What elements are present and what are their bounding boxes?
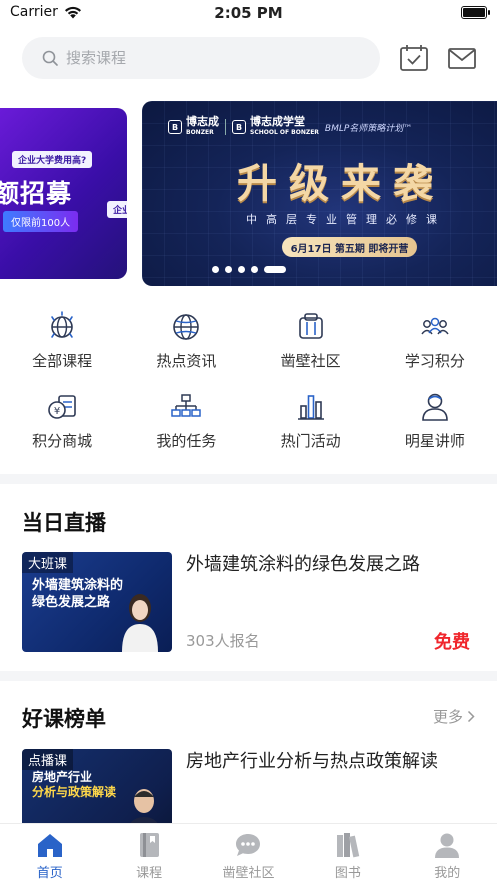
clock: 2:05 PM — [214, 4, 283, 22]
nav-hot-events[interactable]: 热门活动 — [249, 390, 373, 458]
tab-home[interactable]: 首页 — [0, 824, 99, 883]
carousel-dot-active[interactable] — [264, 266, 286, 273]
search-input[interactable] — [66, 49, 346, 67]
nav-label: 凿壁社区 — [280, 352, 341, 370]
thumbnail-title-line1: 外墙建筑涂料的 — [32, 578, 124, 593]
live-section-title: 当日直播 — [22, 511, 106, 535]
carousel-indicator[interactable] — [212, 266, 286, 273]
nav-label: 热门活动 — [280, 432, 341, 450]
carousel-dot[interactable] — [225, 266, 232, 273]
course-price: 免费 — [434, 632, 470, 653]
tab-label: 课程 — [136, 866, 163, 881]
logo1-en-text: BONZER — [186, 129, 214, 136]
logo2-en-text: SCHOOL OF BONZER — [250, 129, 319, 136]
course-thumbnail: 点播课 房地产行业 分析与政策解读 — [22, 749, 172, 823]
svg-text:¥: ¥ — [54, 406, 60, 417]
org-chart-icon — [171, 394, 202, 417]
banner-logos: B 博志成 BONZER B 博志成学堂 SCHOOL OF BONZER BM… — [168, 116, 412, 138]
nav-label: 学习积分 — [404, 352, 465, 370]
course-title: 外墙建筑涂料的绿色发展之路 — [186, 554, 420, 575]
nav-points-store[interactable]: ¥ 积分商城 — [0, 390, 124, 458]
logo1-text: 博志成 — [186, 115, 219, 128]
course-type-badge: 点播课 — [22, 749, 74, 770]
books-icon — [336, 833, 360, 858]
nav-hot-news[interactable]: 热点资讯 — [124, 310, 248, 378]
logo2-text: 博志成学堂 — [250, 115, 305, 128]
banner-subtitle: 中高层专业管理必修课 — [246, 213, 446, 226]
tab-label: 图书 — [334, 866, 361, 881]
book-icon — [140, 833, 160, 857]
banner-subtext: 仅限前100人 — [3, 211, 79, 232]
thumbnail-title-line2: 绿色发展之路 — [32, 595, 111, 610]
enrollment-count: 303人报名 — [186, 632, 260, 650]
banner-slide-current[interactable]: B 博志成 BONZER B 博志成学堂 SCHOOL OF BONZER BM… — [142, 101, 497, 286]
section-divider — [0, 474, 497, 484]
tab-label: 首页 — [36, 866, 63, 881]
section-divider — [0, 671, 497, 681]
nav-community[interactable]: 凿壁社区 — [249, 310, 373, 378]
logo-divider — [225, 119, 226, 135]
nav-label: 热点资讯 — [156, 352, 217, 370]
carousel-dot[interactable] — [251, 266, 258, 273]
people-icon — [421, 317, 449, 335]
live-course-card[interactable]: 大班课 外墙建筑涂料的 绿色发展之路 外墙建筑涂料的绿色发展之路 303人报名 … — [22, 552, 482, 653]
status-bar: Carrier 2:05 PM — [0, 0, 497, 26]
bonzer-logo-mark: B — [168, 120, 182, 134]
school-logo: B 博志成学堂 SCHOOL OF BONZER — [232, 116, 319, 138]
bonzer-logo: B 博志成 BONZER — [168, 116, 219, 138]
nav-star-teachers[interactable]: 明星讲师 — [373, 390, 497, 458]
tab-community[interactable]: 凿壁社区 — [199, 824, 298, 883]
coin-store-icon: ¥ — [48, 395, 76, 419]
more-label: 更多 — [432, 708, 463, 726]
community-icon — [298, 313, 323, 339]
course-thumbnail: 大班课 外墙建筑涂料的 绿色发展之路 — [22, 552, 172, 652]
tab-profile[interactable]: 我的 — [398, 824, 497, 883]
banner-tag-secondary: 企业 — [106, 201, 127, 218]
chevron-right-icon — [467, 710, 475, 723]
banner-tag: 企业大学费用高? — [12, 151, 93, 168]
carousel-dot[interactable] — [238, 266, 245, 273]
more-link[interactable]: 更多 — [433, 706, 475, 727]
instructor-photo — [130, 789, 158, 823]
globe-sparkle-icon — [51, 311, 73, 338]
nav-my-tasks[interactable]: 我的任务 — [124, 390, 248, 458]
globe-icon — [173, 314, 200, 340]
nav-label: 我的任务 — [156, 432, 217, 450]
banner-title: 升级来袭 — [237, 160, 445, 207]
carousel-dot[interactable] — [212, 266, 219, 273]
chat-bubble-icon — [236, 834, 261, 856]
plan-label: BMLP名师策略计划™ — [324, 123, 413, 134]
bottom-tab-bar: 首页 课程 凿壁社区 图书 我的 — [0, 823, 497, 883]
course-title: 房地产行业分析与热点政策解读 — [186, 751, 438, 772]
course-type-badge: 大班课 — [22, 552, 74, 573]
nav-label: 明星讲师 — [404, 432, 465, 450]
home-icon — [37, 834, 62, 857]
search-icon — [42, 50, 58, 66]
calendar-check-icon[interactable] — [399, 43, 429, 73]
top-section-title: 好课榜单 — [22, 707, 106, 731]
tab-courses[interactable]: 课程 — [99, 824, 198, 883]
battery-icon — [461, 6, 490, 19]
banner-slide-previous[interactable]: 企业大学费用高? 额招募 企业 仅限前100人 — [0, 108, 127, 279]
nav-label: 积分商城 — [32, 432, 93, 450]
school-logo-mark: B — [232, 120, 246, 134]
search-bar[interactable] — [22, 37, 380, 79]
teacher-icon — [422, 393, 448, 421]
banner-headline: 额招募 — [0, 179, 73, 208]
user-icon — [435, 833, 460, 858]
nav-label: 全部课程 — [32, 352, 93, 370]
quick-nav-grid: 全部课程 热点资讯 凿壁社区 学习积分 ¥ 积分商城 我的任务 热门活动 明星讲… — [0, 310, 497, 458]
tab-label: 我的 — [434, 866, 461, 881]
tab-books[interactable]: 图书 — [298, 824, 397, 883]
banner-date-pill: 6月17日 第五期 即将开营 — [282, 237, 417, 257]
tab-label: 凿壁社区 — [222, 866, 275, 881]
mail-icon[interactable] — [447, 43, 477, 73]
top-course-card[interactable]: 点播课 房地产行业 分析与政策解读 房地产行业分析与热点政策解读 — [22, 749, 482, 823]
nav-all-courses[interactable]: 全部课程 — [0, 310, 124, 378]
nav-study-points[interactable]: 学习积分 — [373, 310, 497, 378]
bar-chart-icon — [297, 395, 324, 420]
instructor-photo — [122, 594, 158, 652]
thumbnail-title-line2: 分析与政策解读 — [32, 785, 117, 799]
